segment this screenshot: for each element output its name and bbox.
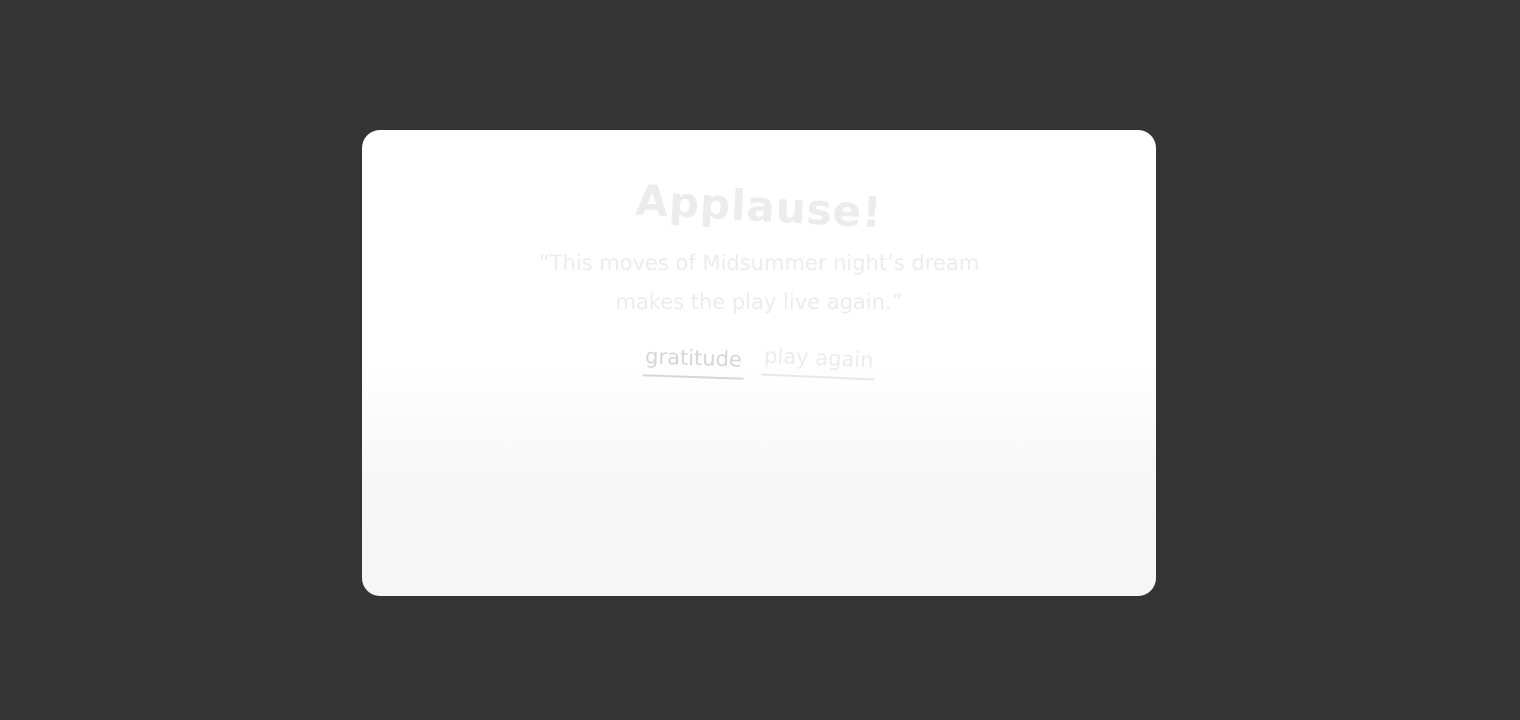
- quote-line-2: makes the play live again.”: [615, 290, 903, 314]
- gratitude-link[interactable]: gratitude: [642, 344, 745, 380]
- quote-text: “This moves of Midsummer night’s dream m…: [362, 244, 1156, 322]
- applause-dialog: Applause! “This moves of Midsummer night…: [362, 130, 1156, 596]
- play-again-link[interactable]: play again: [761, 343, 876, 381]
- dialog-actions: gratitude play again: [362, 343, 1156, 381]
- quote-line-1: “This moves of Midsummer night’s dream: [538, 251, 980, 275]
- game-screen: Applause! “This moves of Midsummer night…: [0, 0, 1520, 720]
- dialog-title: Applause!: [634, 175, 884, 238]
